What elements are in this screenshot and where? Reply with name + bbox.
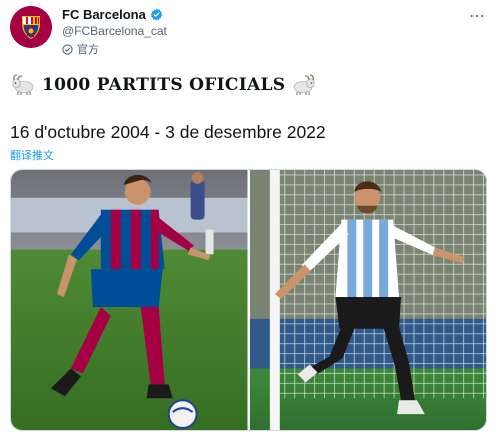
user-handle[interactable]: @FCBarcelona_cat	[62, 24, 167, 38]
goat-emoji-icon	[12, 74, 34, 95]
media-grid	[10, 169, 487, 431]
barca-debut-photo[interactable]	[11, 170, 248, 430]
avatar[interactable]	[10, 6, 52, 48]
goat-emoji-icon	[293, 74, 315, 95]
fcb-crest-icon	[10, 6, 52, 48]
verified-badge-icon	[150, 8, 163, 21]
display-name[interactable]: FC Barcelona	[62, 7, 163, 22]
official-badge: 官方	[62, 41, 99, 57]
argentina-celebration-photo[interactable]	[249, 170, 486, 430]
tweet-dates-text: 16 d'octubre 2004 - 3 de desembre 2022	[10, 122, 326, 142]
official-badge-icon	[62, 43, 73, 55]
official-label: 官方	[77, 44, 99, 56]
more-options-icon[interactable]: ⋯	[469, 6, 486, 26]
display-name-text[interactable]: FC Barcelona	[62, 7, 146, 22]
translate-tweet-link[interactable]: 翻译推文	[10, 147, 54, 163]
headline: 1000 PARTITS OFICIALS	[10, 74, 317, 96]
headline-text: 1000 PARTITS OFICIALS	[42, 75, 286, 95]
